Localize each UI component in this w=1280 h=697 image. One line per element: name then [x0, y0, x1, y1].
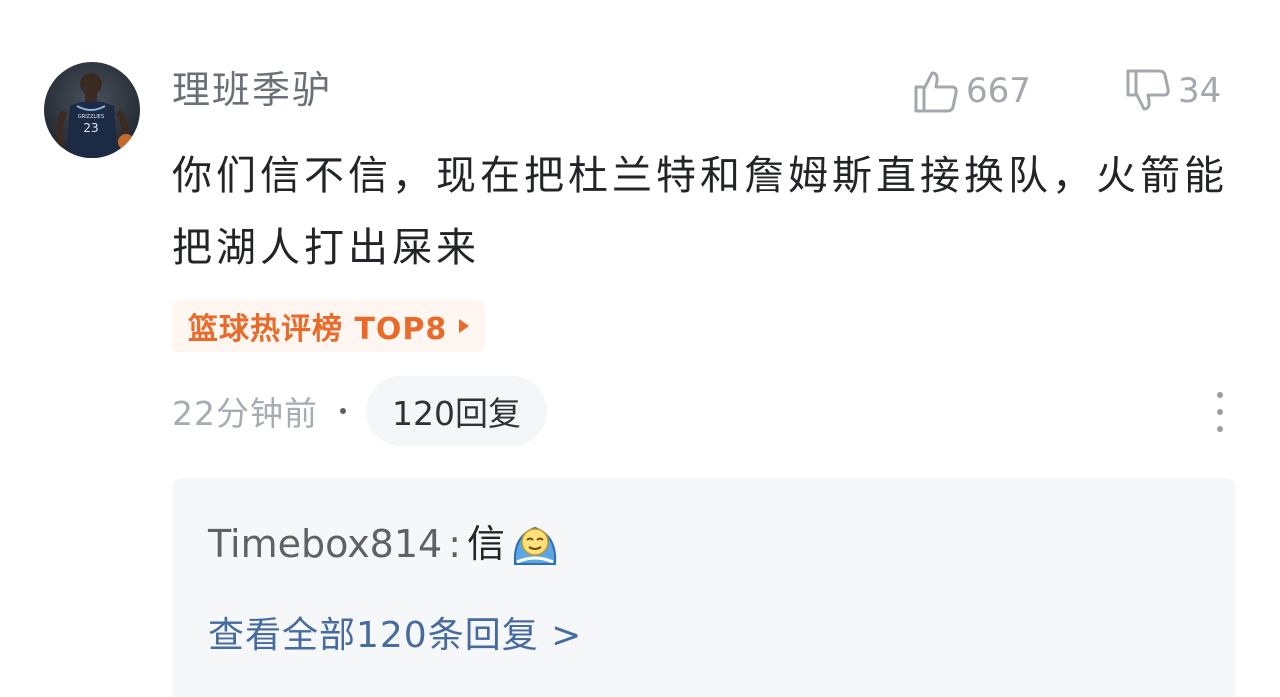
- more-vertical-icon[interactable]: [1206, 392, 1234, 432]
- play-arrow-icon: [459, 319, 470, 333]
- dislike-button[interactable]: 34: [1124, 64, 1221, 118]
- username[interactable]: 理班季驴: [172, 62, 332, 118]
- thumbs-up-icon: [912, 67, 960, 115]
- reply-preview: Timebox814 : 信 查看全部120条回复 >: [172, 478, 1236, 697]
- reply-text: 信: [467, 522, 506, 566]
- player-avatar-icon[interactable]: 23 GRIZZLIES: [44, 62, 140, 158]
- reply-preview-item[interactable]: Timebox814 : 信: [208, 516, 561, 572]
- reply-colon: :: [448, 522, 462, 566]
- like-count: 667: [966, 71, 1031, 111]
- comment-card: 23 GRIZZLIES 理班季驴 667 34 你们信不信，现在把杜兰特和詹姆…: [0, 0, 1280, 697]
- more-dot: [1217, 426, 1223, 432]
- comment-time: 22分钟前: [172, 394, 318, 433]
- comment-text: 你们信不信，现在把杜兰特和詹姆斯直接换队，火箭能把湖人打出屎来: [172, 153, 1228, 271]
- more-dot: [1217, 392, 1223, 398]
- thumbs-down-icon: [1124, 67, 1172, 115]
- separator-dot: [340, 408, 346, 414]
- reply-count-button[interactable]: 120回复: [366, 376, 547, 446]
- svg-text:GRIZZLIES: GRIZZLIES: [78, 114, 104, 120]
- svg-text:23: 23: [83, 121, 98, 135]
- like-button[interactable]: 667: [912, 64, 1031, 118]
- hot-ranking-badge[interactable]: 篮球热评榜 TOP8: [172, 300, 486, 352]
- reply-author[interactable]: Timebox814: [208, 516, 442, 572]
- hot-ranking-label: 篮球热评榜 TOP8: [188, 312, 448, 347]
- smug-emoji-icon: [509, 518, 561, 570]
- more-dot: [1217, 409, 1223, 415]
- comment-meta: 22分钟前 120回复: [172, 376, 547, 446]
- view-all-replies-link[interactable]: 查看全部120条回复 >: [208, 608, 582, 664]
- dislike-count: 34: [1178, 71, 1222, 111]
